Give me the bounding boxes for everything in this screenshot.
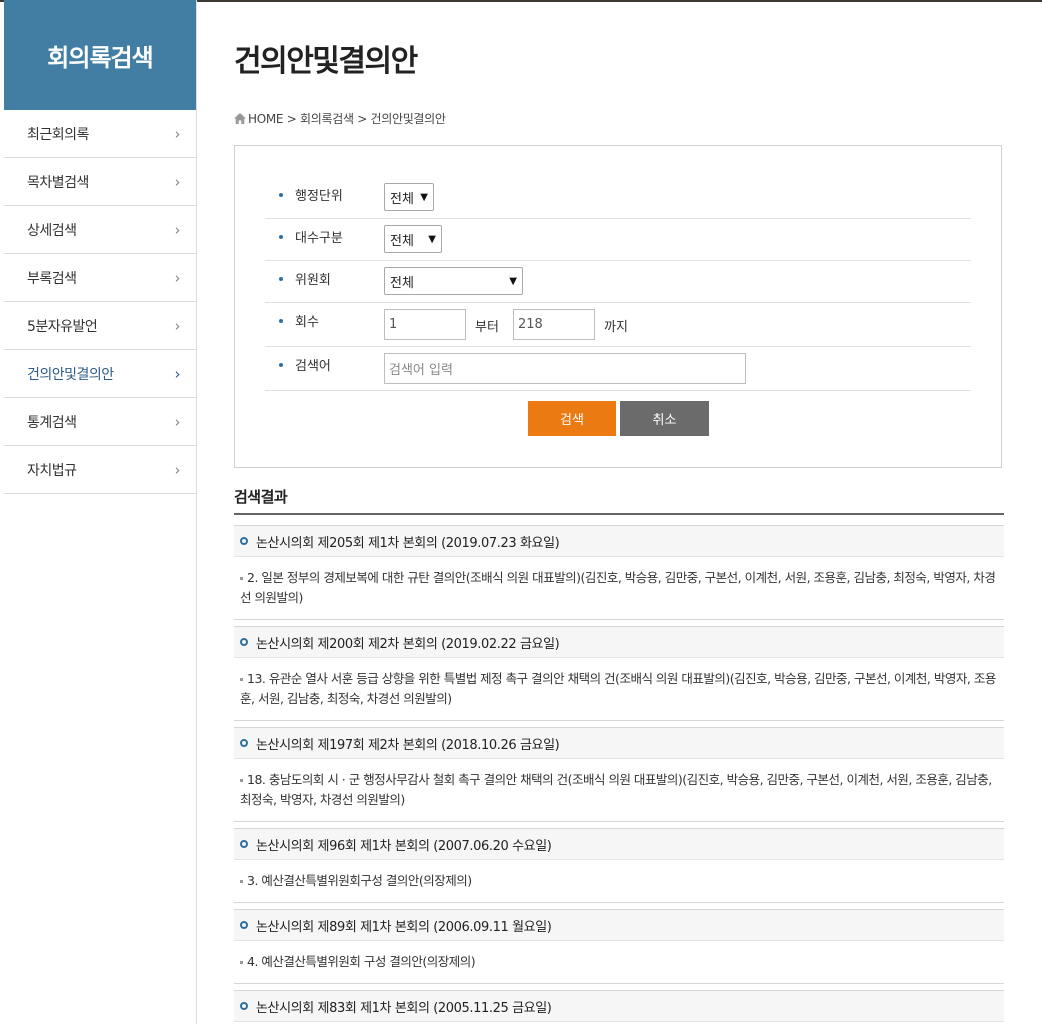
search-form: 행정단위 전체 ▼ 대수구분 전체 ▼ 위원회 전체 ▼ 회수 1 부터 218 까지…	[234, 145, 1002, 468]
sidebar-item-5min-speech[interactable]: 5분자유발언 ›	[4, 302, 196, 350]
form-row-admin-unit: 행정단위 전체 ▼	[265, 171, 971, 219]
sidebar-item-toc-search[interactable]: 목차별검색 ›	[4, 158, 196, 206]
meeting-heading[interactable]: 논산시의회 제83회 제1차 본회의 (2005.11.25 금요일)	[234, 990, 1004, 1022]
sidebar-item-recent[interactable]: 최근회의록 ›	[4, 110, 196, 158]
keyword-placeholder: 검색어 입력	[389, 363, 453, 378]
chevron-down-icon: ▼	[509, 275, 517, 287]
form-row-session: 회수 1 부터 218 까지	[265, 303, 971, 347]
sidebar-item-label: 5분자유발언	[27, 318, 98, 335]
results-divider	[234, 513, 1004, 515]
chevron-down-icon: ▼	[428, 233, 436, 245]
session-to-input[interactable]: 218	[513, 309, 595, 340]
results-title: 검색결과	[234, 488, 288, 506]
meeting-heading[interactable]: 논산시의회 제200회 제2차 본회의 (2019.02.22 금요일)	[234, 626, 1004, 658]
bullet-icon	[279, 276, 283, 281]
breadcrumb: HOME > 회의록검색 > 건의안및결의안	[234, 110, 446, 127]
session-to-suffix: 까지	[604, 320, 628, 335]
sidebar-item-detail-search[interactable]: 상세검색 ›	[4, 206, 196, 254]
sidebar-item-label: 상세검색	[27, 222, 77, 239]
chevron-right-icon: ›	[174, 268, 181, 287]
committee-label: 위원회	[295, 273, 331, 288]
chevron-right-icon: ›	[174, 316, 181, 335]
meeting-item[interactable]: 13. 유관순 열사 서훈 등급 상향을 위한 특별법 제정 촉구 결의안 채택…	[234, 658, 1004, 721]
square-bullet-icon	[240, 961, 243, 964]
bullet-icon	[279, 192, 283, 197]
admin-unit-label: 행정단위	[295, 189, 343, 204]
sidebar: 회의록검색 최근회의록 › 목차별검색 › 상세검색 › 부록검색 › 5분자유발언 › …	[4, 0, 197, 1024]
term-select[interactable]: 전체 ▼	[384, 225, 442, 253]
chevron-right-icon: ›	[174, 412, 181, 431]
result-meeting: 논산시의회 제200회 제2차 본회의 (2019.02.22 금요일) 13.…	[234, 626, 1004, 721]
chevron-right-icon: ›	[174, 124, 181, 143]
square-bullet-icon	[240, 779, 243, 782]
session-label: 회수	[295, 315, 319, 330]
sidebar-item-label: 부록검색	[27, 270, 77, 287]
result-meeting: 논산시의회 제197회 제2차 본회의 (2018.10.26 금요일) 18.…	[234, 727, 1004, 822]
result-meeting: 논산시의회 제205회 제1차 본회의 (2019.07.23 화요일) 2. …	[234, 525, 1004, 620]
meeting-item[interactable]: 4. 예산결산특별위원회 구성 결의안(의장제의)	[234, 941, 1004, 984]
form-row-committee: 위원회 전체 ▼	[265, 261, 971, 303]
circle-bullet-icon	[240, 638, 248, 646]
home-icon[interactable]	[234, 113, 246, 124]
result-meeting: 논산시의회 제83회 제1차 본회의 (2005.11.25 금요일)	[234, 990, 1004, 1022]
meeting-heading[interactable]: 논산시의회 제96회 제1차 본회의 (2007.06.20 수요일)	[234, 828, 1004, 860]
chevron-right-icon: ›	[174, 364, 181, 383]
sidebar-item-label: 통계검색	[27, 414, 77, 431]
result-meeting: 논산시의회 제89회 제1차 본회의 (2006.09.11 월요일) 4. 예…	[234, 909, 1004, 984]
search-button[interactable]: 검색	[528, 401, 616, 436]
circle-bullet-icon	[240, 921, 248, 929]
sidebar-item-appendix-search[interactable]: 부록검색 ›	[4, 254, 196, 302]
meeting-item[interactable]: 2. 일본 정부의 경제보복에 대한 규탄 결의안(조배식 의원 대표발의)(김…	[234, 557, 1004, 620]
admin-unit-select[interactable]: 전체 ▼	[384, 183, 434, 211]
meeting-heading[interactable]: 논산시의회 제197회 제2차 본회의 (2018.10.26 금요일)	[234, 727, 1004, 759]
form-row-term: 대수구분 전체 ▼	[265, 219, 971, 261]
sidebar-item-label: 건의안및결의안	[27, 366, 114, 383]
sidebar-title: 회의록검색	[4, 0, 196, 110]
cancel-button[interactable]: 취소	[620, 401, 709, 436]
session-from-suffix: 부터	[475, 320, 499, 335]
chevron-right-icon: ›	[174, 172, 181, 191]
sidebar-item-label: 자치법규	[27, 462, 77, 479]
session-from-input[interactable]: 1	[384, 309, 466, 340]
meeting-heading[interactable]: 논산시의회 제89회 제1차 본회의 (2006.09.11 월요일)	[234, 909, 1004, 941]
bullet-icon	[279, 234, 283, 239]
keyword-label: 검색어	[295, 359, 331, 374]
chevron-right-icon: ›	[174, 460, 181, 479]
sidebar-item-label: 목차별검색	[27, 174, 89, 191]
bullet-icon	[279, 362, 283, 367]
term-label: 대수구분	[295, 231, 343, 246]
chevron-right-icon: ›	[174, 220, 181, 239]
form-row-keyword: 검색어 검색어 입력	[265, 347, 971, 391]
square-bullet-icon	[240, 678, 243, 681]
chevron-down-icon: ▼	[420, 191, 428, 203]
committee-select[interactable]: 전체 ▼	[384, 267, 523, 295]
page-title: 건의안및결의안	[234, 44, 418, 79]
result-meeting: 논산시의회 제96회 제1차 본회의 (2007.06.20 수요일) 3. 예…	[234, 828, 1004, 903]
square-bullet-icon	[240, 880, 243, 883]
keyword-input[interactable]: 검색어 입력	[384, 353, 746, 384]
circle-bullet-icon	[240, 1002, 248, 1010]
meeting-item[interactable]: 3. 예산결산특별위원회구성 결의안(의장제의)	[234, 860, 1004, 903]
meeting-item[interactable]: 18. 충남도의회 시 · 군 행정사무감사 철회 촉구 결의안 채택의 건(조…	[234, 759, 1004, 822]
circle-bullet-icon	[240, 537, 248, 545]
circle-bullet-icon	[240, 739, 248, 747]
sidebar-item-local-laws[interactable]: 자치법규 ›	[4, 446, 196, 494]
bullet-icon	[279, 318, 283, 323]
square-bullet-icon	[240, 577, 243, 580]
sidebar-item-proposals-resolutions[interactable]: 건의안및결의안 ›	[4, 350, 196, 398]
sidebar-menu: 최근회의록 › 목차별검색 › 상세검색 › 부록검색 › 5분자유발언 › 건의안및결의…	[4, 110, 196, 494]
sidebar-item-label: 최근회의록	[27, 126, 89, 143]
sidebar-item-statistics[interactable]: 통계검색 ›	[4, 398, 196, 446]
breadcrumb-text[interactable]: HOME > 회의록검색 > 건의안및결의안	[248, 110, 446, 127]
meeting-heading[interactable]: 논산시의회 제205회 제1차 본회의 (2019.07.23 화요일)	[234, 525, 1004, 557]
circle-bullet-icon	[240, 840, 248, 848]
